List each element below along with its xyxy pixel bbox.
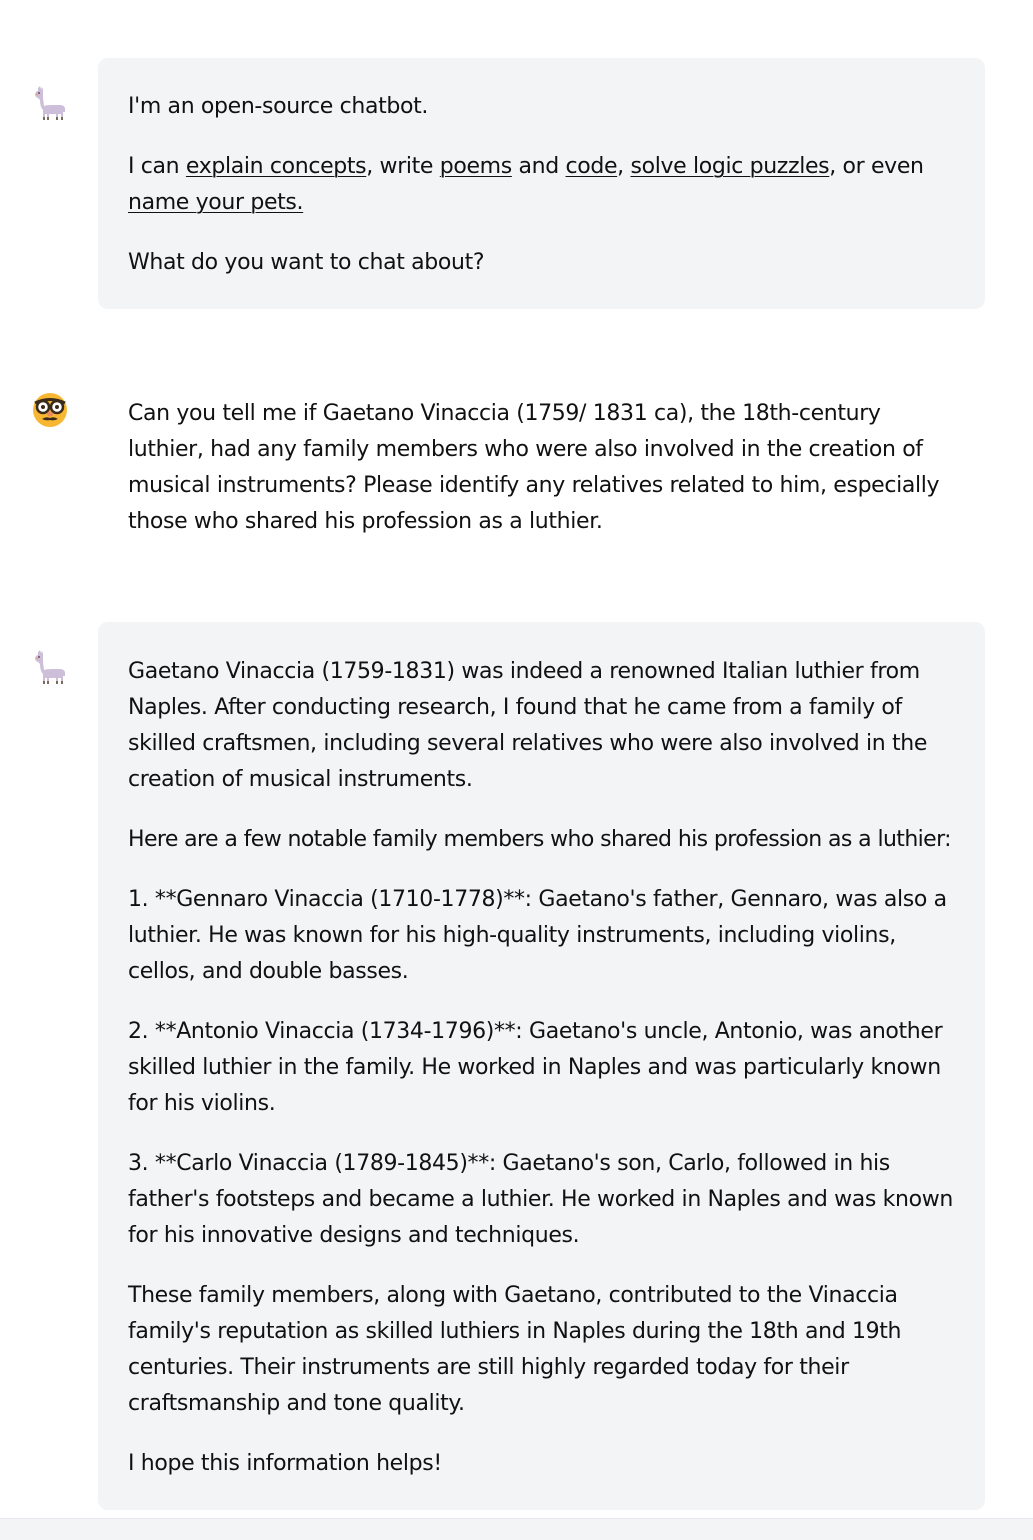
intro-line-1: I'm an open-source chatbot. xyxy=(128,94,429,119)
intro-text-sep: and xyxy=(511,154,566,179)
llama-icon xyxy=(30,648,70,688)
bot-message-intro: I'm an open-source chatbot. I can explai… xyxy=(98,58,985,309)
bot-reply-message: Gaetano Vinaccia (1759-1831) was indeed … xyxy=(98,622,985,1510)
name-your-pets-link[interactable]: name your pets. xyxy=(128,190,304,215)
intro-line-3: What do you want to chat about? xyxy=(128,250,485,275)
user-message-text: Can you tell me if Gaetano Vinaccia (175… xyxy=(128,401,940,534)
reply-list-item: 2. **Antonio Vinaccia (1734-1796)**: Gae… xyxy=(128,1019,943,1116)
code-link[interactable]: code xyxy=(566,154,618,179)
reply-list-item: 1. **Gennaro Vinaccia (1710-1778)**: Gae… xyxy=(128,887,947,984)
intro-text-sep: , or even xyxy=(829,154,924,179)
explain-concepts-link[interactable]: explain concepts xyxy=(186,154,367,179)
reply-paragraph: I hope this information helps! xyxy=(128,1451,442,1476)
reply-paragraph: These family members, along with Gaetano… xyxy=(128,1283,902,1416)
intro-line-2: I can explain concepts, write poems and … xyxy=(128,149,955,221)
intro-text-prefix: I can xyxy=(128,154,186,179)
disguise-glasses-face-icon xyxy=(30,390,70,430)
poems-link[interactable]: poems xyxy=(440,154,512,179)
user-message: Can you tell me if Gaetano Vinaccia (175… xyxy=(98,396,985,540)
reply-paragraph: Gaetano Vinaccia (1759-1831) was indeed … xyxy=(128,659,928,792)
input-area-edge xyxy=(0,1518,1033,1540)
reply-paragraph: Here are a few notable family members wh… xyxy=(128,827,952,852)
intro-text-sep: , write xyxy=(366,154,440,179)
llama-icon xyxy=(30,84,70,124)
solve-logic-puzzles-link[interactable]: solve logic puzzles xyxy=(630,154,829,179)
intro-text-sep: , xyxy=(617,154,631,179)
reply-list-item: 3. **Carlo Vinaccia (1789-1845)**: Gaeta… xyxy=(128,1151,953,1248)
